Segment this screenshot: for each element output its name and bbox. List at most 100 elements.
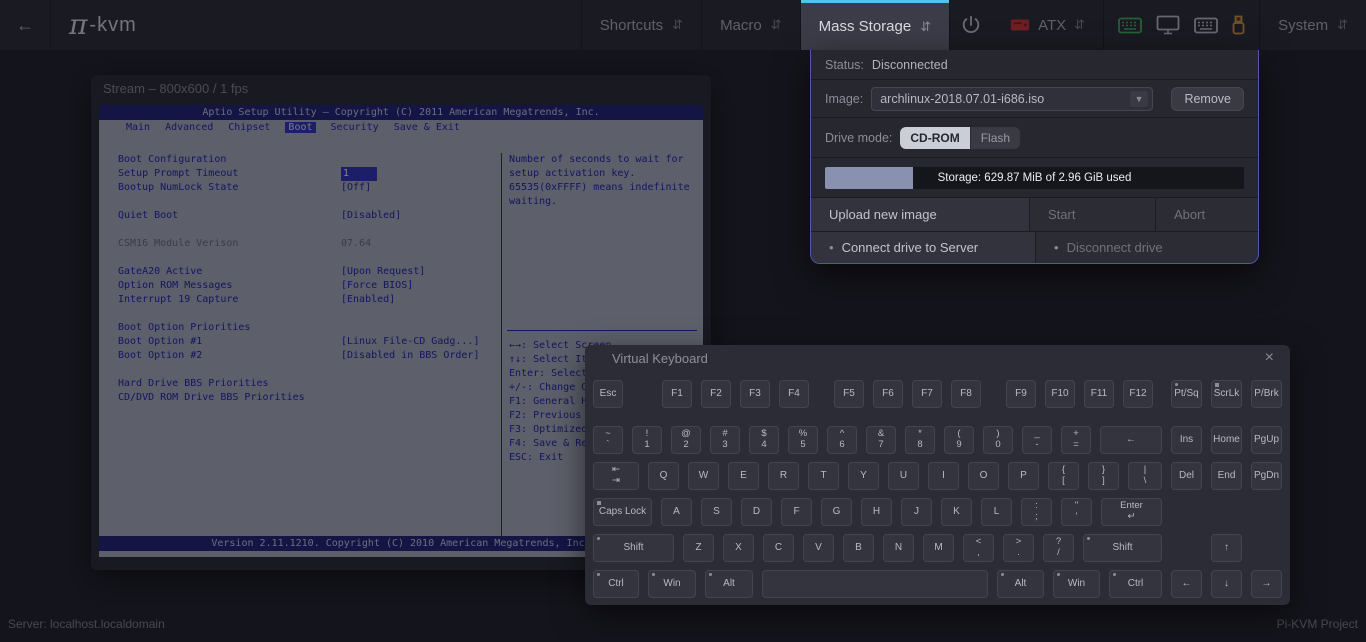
key-5[interactable]: %5 [788,426,818,454]
key-f[interactable]: F [781,498,812,526]
key-f2[interactable]: F2 [701,380,731,408]
key-t[interactable]: T [808,462,839,490]
key-shift-left[interactable]: Shift [593,534,674,562]
key-arrow-up[interactable]: ↑ [1211,534,1242,562]
image-select[interactable]: archlinux-2018.07.01-i686.iso ▼ [871,87,1153,111]
key-capslock[interactable]: Caps Lock [593,498,652,526]
key-win-right[interactable]: Win [1053,570,1100,598]
key-f8[interactable]: F8 [951,380,981,408]
key-l[interactable]: L [981,498,1012,526]
key-f1[interactable]: F1 [662,380,692,408]
key-w[interactable]: W [688,462,719,490]
mode-flash-button[interactable]: Flash [970,127,1020,149]
start-upload-button[interactable]: Start [1030,198,1156,231]
key-comma[interactable]: <, [963,534,994,562]
key-o[interactable]: O [968,462,999,490]
key-h[interactable]: H [861,498,892,526]
key-alt-right[interactable]: Alt [997,570,1044,598]
key-arrow-left[interactable]: ← [1171,570,1202,598]
key-period[interactable]: >. [1003,534,1034,562]
key-f3[interactable]: F3 [740,380,770,408]
key-bracket-left[interactable]: {[ [1048,462,1079,490]
key-end[interactable]: End [1211,462,1242,490]
key-win-left[interactable]: Win [648,570,696,598]
key-ins[interactable]: Ins [1171,426,1202,454]
key-backslash[interactable]: |\ [1128,462,1162,490]
key-k[interactable]: K [941,498,972,526]
key-f4[interactable]: F4 [779,380,809,408]
key-f11[interactable]: F11 [1084,380,1114,408]
key-m[interactable]: M [923,534,954,562]
key-q[interactable]: Q [648,462,679,490]
key-c[interactable]: C [763,534,794,562]
remove-image-button[interactable]: Remove [1171,87,1244,111]
key-1[interactable]: !1 [632,426,662,454]
key-ctrl-right[interactable]: Ctrl [1109,570,1162,598]
key-2[interactable]: @2 [671,426,701,454]
abort-upload-button[interactable]: Abort [1156,198,1258,231]
key-backspace[interactable]: ← [1100,426,1162,454]
key-prtsc[interactable]: Pt/Sq [1171,380,1202,408]
key-v[interactable]: V [803,534,834,562]
key-x[interactable]: X [723,534,754,562]
key-alt-left[interactable]: Alt [705,570,753,598]
key-pgdn[interactable]: PgDn [1251,462,1282,490]
nav-item-mass-storage[interactable]: Mass Storage ⇵ [801,0,949,50]
key-z[interactable]: Z [683,534,714,562]
keyboard-window-titlebar[interactable]: Virtual Keyboard × [585,345,1290,371]
key-s[interactable]: S [701,498,732,526]
key-enter[interactable]: Enter↵ [1101,498,1162,526]
key-0[interactable]: )0 [983,426,1013,454]
key-slash[interactable]: ?/ [1043,534,1074,562]
key-esc[interactable]: Esc [593,380,623,408]
key-g[interactable]: G [821,498,852,526]
key-arrow-right[interactable]: → [1251,570,1282,598]
key-6[interactable]: ^6 [827,426,857,454]
key-grave[interactable]: ~` [593,426,623,454]
close-icon[interactable]: × [1261,349,1278,367]
key-arrow-down[interactable]: ↓ [1211,570,1242,598]
disconnect-drive-button[interactable]: • Disconnect drive [1036,232,1258,263]
key-u[interactable]: U [888,462,919,490]
key-bracket-right[interactable]: }] [1088,462,1119,490]
key-e[interactable]: E [728,462,759,490]
key-b[interactable]: B [843,534,874,562]
key-7[interactable]: &7 [866,426,896,454]
key-del[interactable]: Del [1171,462,1202,490]
key-equal[interactable]: += [1061,426,1091,454]
key-f9[interactable]: F9 [1006,380,1036,408]
connect-drive-button[interactable]: • Connect drive to Server [811,232,1036,263]
key-quote[interactable]: "' [1061,498,1092,526]
key-a[interactable]: A [661,498,692,526]
key-8[interactable]: *8 [905,426,935,454]
key-tab[interactable]: ⇤⇥ [593,462,639,490]
key-pgup[interactable]: PgUp [1251,426,1282,454]
select-caret-icon: ▼ [1130,91,1149,107]
key-f7[interactable]: F7 [912,380,942,408]
key-4[interactable]: $4 [749,426,779,454]
key-f6[interactable]: F6 [873,380,903,408]
key-pause[interactable]: P/Brk [1251,380,1282,408]
key-3[interactable]: #3 [710,426,740,454]
key-home[interactable]: Home [1211,426,1242,454]
upload-image-button[interactable]: Upload new image [811,198,1030,231]
key-9[interactable]: (9 [944,426,974,454]
mode-cdrom-button[interactable]: CD-ROM [900,127,969,149]
key-semicolon[interactable]: :; [1021,498,1052,526]
key-f10[interactable]: F10 [1045,380,1075,408]
key-r[interactable]: R [768,462,799,490]
key-n[interactable]: N [883,534,914,562]
key-ctrl-left[interactable]: Ctrl [593,570,639,598]
key-p[interactable]: P [1008,462,1039,490]
key-j[interactable]: J [901,498,932,526]
key-d[interactable]: D [741,498,772,526]
key-scrolllock[interactable]: ScrLk [1211,380,1242,408]
key-space[interactable] [762,570,988,598]
key-f12[interactable]: F12 [1123,380,1153,408]
key-f5[interactable]: F5 [834,380,864,408]
key-i[interactable]: I [928,462,959,490]
key-y[interactable]: Y [848,462,879,490]
key-minus[interactable]: _- [1022,426,1052,454]
dot-led-indicator [1057,573,1060,576]
key-shift-right[interactable]: Shift [1083,534,1162,562]
